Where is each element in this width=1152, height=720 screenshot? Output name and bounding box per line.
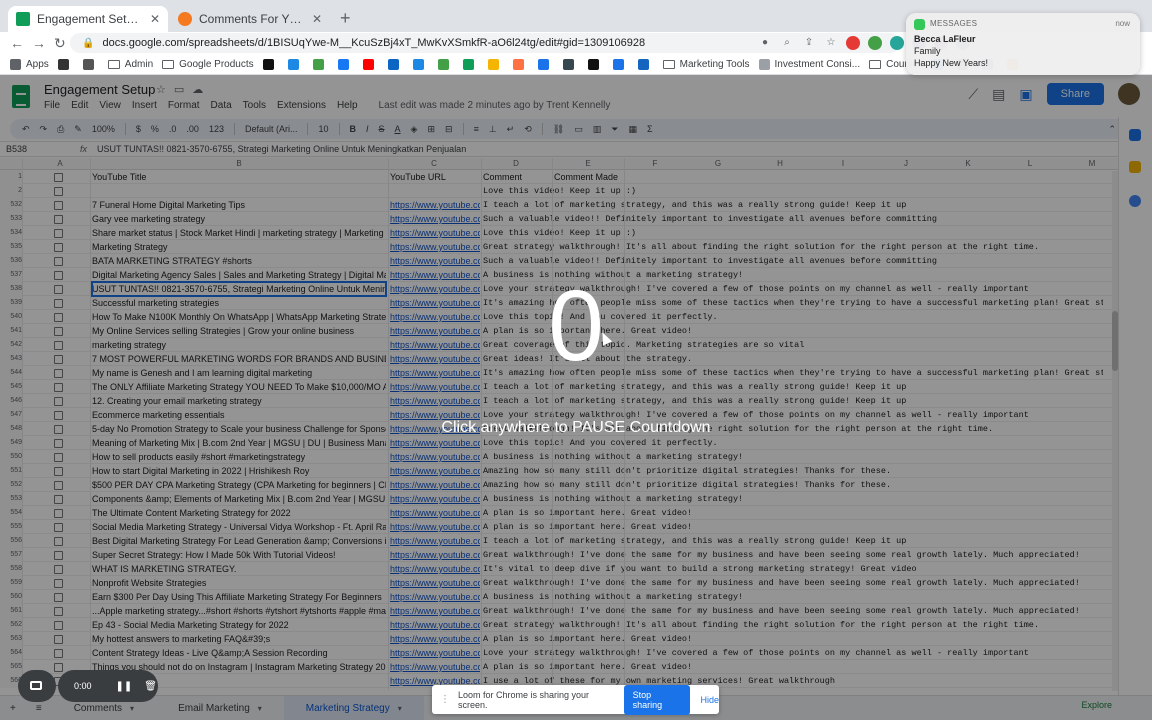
site-favicon-icon <box>57 58 69 70</box>
bookmark-admin[interactable]: Admin <box>107 58 154 70</box>
tab-engagement-setup[interactable]: Engagement Setup - Google Sheets ✕ <box>8 6 168 32</box>
close-tab-icon[interactable]: ✕ <box>312 12 322 26</box>
folder-icon <box>162 59 175 69</box>
countdown-overlay[interactable] <box>0 75 1152 720</box>
bookmark-favicon[interactable] <box>537 58 554 70</box>
countdown-number[interactable]: 0 <box>0 266 1152 386</box>
reload-icon[interactable]: ↻ <box>54 35 66 52</box>
bookmark-favicon[interactable] <box>337 58 354 70</box>
extension-icon[interactable] <box>868 36 882 50</box>
recording-timer: 0:00 <box>74 681 92 691</box>
site-favicon-icon <box>637 58 649 70</box>
microphone-icon[interactable]: ● <box>758 36 772 50</box>
notification-app-name: MESSAGES <box>930 19 978 28</box>
site-favicon-icon <box>362 58 374 70</box>
bookmark-apps[interactable]: Apps <box>10 58 49 70</box>
site-favicon-icon <box>337 58 349 70</box>
tab-title: Engagement Setup - Google Sheets <box>37 12 144 26</box>
screen-sharing-bar: ⋮ Loom for Chrome is sharing your screen… <box>432 684 719 715</box>
site-favicon-icon <box>612 58 624 70</box>
page-icon <box>758 58 770 70</box>
bookmark-favicon[interactable] <box>462 58 479 70</box>
yt-comments-favicon-icon <box>178 12 192 26</box>
site-favicon-icon <box>487 58 499 70</box>
bookmark-label: Apps <box>26 58 49 70</box>
site-favicon-icon <box>462 58 474 70</box>
trash-icon[interactable]: 🗑 <box>144 681 157 692</box>
bookmark-marketing-tools[interactable]: Marketing Tools <box>662 58 750 70</box>
bookmark-favicon[interactable] <box>587 58 604 70</box>
site-favicon-icon <box>562 58 574 70</box>
bookmark-favicon[interactable] <box>612 58 629 70</box>
tab-comments-for-yt[interactable]: Comments For YT Search: Marketing ✕ <box>170 6 330 32</box>
bookmark-label: Investment Consi... <box>774 58 861 70</box>
tab-title: Comments For YT Search: Marketing <box>199 12 306 26</box>
site-favicon-icon <box>312 58 324 70</box>
bookmark-favicon[interactable] <box>387 58 404 70</box>
notification-message: Happy New Years! <box>914 58 989 68</box>
notification-time: now <box>1115 19 1130 28</box>
loom-camera-toggle[interactable] <box>18 670 56 702</box>
bookmark-google-products[interactable]: Google Products <box>162 59 254 70</box>
pause-icon[interactable]: ❚❚ <box>116 681 133 692</box>
sheets-favicon-icon <box>16 12 30 26</box>
address-bar[interactable]: 🔒 docs.google.com/spreadsheets/d/1BISUqY… <box>70 33 970 53</box>
bookmark-favicon[interactable] <box>287 58 304 70</box>
folder-icon <box>869 59 882 69</box>
bookmark-label: Admin <box>124 58 154 70</box>
lock-icon: 🔒 <box>82 37 95 49</box>
hide-sharing-bar-button[interactable]: Hide <box>700 695 719 705</box>
notification-group: Family <box>914 46 941 56</box>
bookmark-favicon[interactable] <box>637 58 654 70</box>
site-favicon-icon <box>512 58 524 70</box>
bookmark-favicon[interactable] <box>362 58 379 70</box>
bookmark-favicon[interactable] <box>437 58 454 70</box>
url-text: docs.google.com/spreadsheets/d/1BISUqYwe… <box>102 37 646 49</box>
site-favicon-icon <box>587 58 599 70</box>
folder-icon <box>662 59 675 69</box>
forward-arrow-icon[interactable]: → <box>32 35 46 51</box>
bookmark-star-icon[interactable]: ☆ <box>824 36 838 50</box>
drag-handle-icon[interactable]: ⋮ <box>440 694 450 705</box>
extension-icon[interactable] <box>846 36 860 50</box>
zoom-icon[interactable]: ⌕ <box>780 36 794 50</box>
bookmark-label: Marketing Tools <box>679 58 750 70</box>
pause-countdown-hint[interactable]: Click anywhere to PAUSE Countdown <box>0 419 1152 437</box>
bookmark-favicon[interactable] <box>512 58 529 70</box>
apps-grid-icon <box>10 58 21 70</box>
back-arrow-icon[interactable]: ← <box>10 35 24 51</box>
sharing-message: Loom for Chrome is sharing your screen. <box>458 689 590 710</box>
extension-icon[interactable] <box>890 36 904 50</box>
site-favicon-icon <box>287 58 299 70</box>
bookmark-favicon[interactable] <box>57 58 74 70</box>
site-favicon-icon <box>412 58 424 70</box>
site-favicon-icon <box>387 58 399 70</box>
message-notification[interactable]: MESSAGES now Becca LaFleur Family Happy … <box>906 13 1140 75</box>
stop-sharing-button[interactable]: Stop sharing <box>623 684 691 715</box>
messages-app-icon <box>914 19 925 30</box>
close-tab-icon[interactable]: ✕ <box>150 12 160 26</box>
bookmark-favicon[interactable] <box>312 58 329 70</box>
folder-icon <box>107 59 120 69</box>
site-favicon-icon <box>262 58 274 70</box>
bookmark-investment-consi[interactable]: Investment Consi... <box>758 58 861 70</box>
notification-sender: Becca LaFleur <box>914 34 976 44</box>
site-favicon-icon <box>82 58 94 70</box>
site-favicon-icon <box>437 58 449 70</box>
share-icon[interactable]: ⇪ <box>802 36 816 50</box>
bookmark-favicon[interactable] <box>487 58 504 70</box>
site-favicon-icon <box>537 58 549 70</box>
bookmark-favicon[interactable] <box>82 58 99 70</box>
bookmark-favicon[interactable] <box>562 58 579 70</box>
bookmark-favicon[interactable] <box>262 58 279 70</box>
bookmark-favicon[interactable] <box>412 58 429 70</box>
camera-icon <box>30 681 42 690</box>
new-tab-plus-icon[interactable]: + <box>340 8 351 29</box>
bookmark-label: Google Products <box>179 58 254 70</box>
loom-recording-controls: 0:00 ❚❚ 🗑 <box>58 670 158 702</box>
